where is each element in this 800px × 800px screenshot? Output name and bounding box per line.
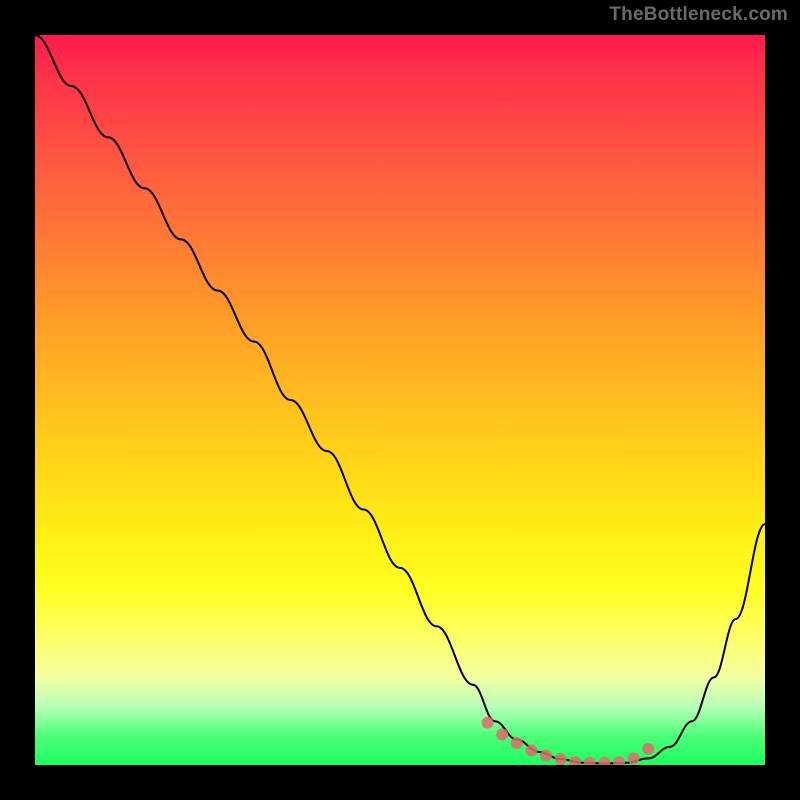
bottleneck-curve-line xyxy=(35,35,765,764)
bottleneck-chart-svg xyxy=(35,35,765,765)
optimal-marker-dot xyxy=(613,756,625,765)
optimal-marker-dot xyxy=(569,756,581,765)
optimal-marker-dot xyxy=(511,737,523,749)
optimal-range-markers xyxy=(482,717,655,765)
optimal-marker-dot xyxy=(540,750,552,762)
optimal-marker-dot xyxy=(525,744,537,756)
attribution-label: TheBottleneck.com xyxy=(609,4,788,26)
optimal-marker-dot xyxy=(628,752,640,764)
optimal-marker-dot xyxy=(642,743,654,755)
optimal-marker-dot xyxy=(598,757,610,765)
optimal-marker-dot xyxy=(584,757,596,765)
optimal-marker-dot xyxy=(555,753,567,765)
chart-plot-area xyxy=(35,35,765,765)
optimal-marker-dot xyxy=(482,717,494,729)
optimal-marker-dot xyxy=(496,728,508,740)
